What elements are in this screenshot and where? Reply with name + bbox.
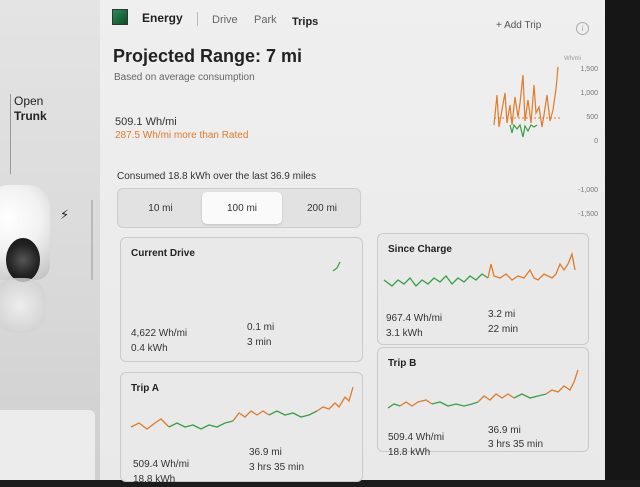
open-label: Open — [14, 94, 44, 108]
ytick-neg1000: -1,000 — [578, 187, 598, 194]
energy-app-icon — [112, 9, 128, 25]
app-title: Energy — [142, 11, 183, 25]
tab-drive[interactable]: Drive — [212, 14, 238, 26]
efficiency-value: 4,622 Wh/mi — [131, 328, 188, 339]
sparkline-orange-3 — [545, 369, 579, 395]
charge-port-bolt-icon[interactable]: ⚡ — [60, 207, 69, 223]
sparkline-orange — [399, 399, 433, 407]
distance-value: 3.2 mi — [488, 309, 516, 320]
consumption-chart: Wh/mi 1,500 1,000 500 0 -1,000 -1,500 — [493, 56, 598, 218]
distance-value: 36.9 mi — [488, 425, 521, 436]
energy-value: 3.1 kWh — [386, 328, 423, 339]
chart-ylabel: Wh/mi — [564, 56, 581, 62]
trip-b-card[interactable]: Trip B 509.4 Wh/mi 18.8 kWh 36.9 mi 3 hr… — [377, 347, 589, 458]
sparkline-green-2 — [268, 410, 318, 418]
trip-a-card[interactable]: Trip A 509.4 Wh/mi 18.8 kWh 36.9 mi 3 hr… — [120, 372, 363, 485]
sparkline-green — [387, 403, 401, 409]
range-200mi-button[interactable]: 200 mi — [284, 192, 360, 224]
average-consumption: 509.1 Wh/mi — [115, 116, 177, 128]
tab-trips[interactable]: Trips — [292, 16, 318, 28]
sparkline-orange-2 — [477, 393, 515, 403]
range-100mi-button[interactable]: 100 mi — [202, 192, 282, 224]
since-charge-card[interactable]: Since Charge 967.4 Wh/mi 3.1 kWh 3.2 mi … — [377, 233, 589, 345]
distance-value: 36.9 mi — [249, 447, 282, 458]
current-drive-card[interactable]: Current Drive 4,622 Wh/mi 0.4 kWh 0.1 mi… — [120, 237, 363, 362]
ytick-1000: 1,000 — [580, 90, 598, 97]
distance-value: 0.1 mi — [247, 322, 275, 333]
sparkline — [332, 261, 341, 272]
add-trip-button[interactable]: + Add Trip — [496, 20, 541, 31]
bottom-panel — [0, 410, 95, 480]
tab-park[interactable]: Park — [254, 14, 277, 26]
sparkline-orange-2 — [232, 410, 270, 422]
ytick-0: 0 — [594, 138, 598, 145]
energy-value: 0.4 kWh — [131, 343, 168, 354]
sparkline-orange — [487, 251, 576, 281]
car-reflection — [0, 278, 46, 333]
consumed-summary: Consumed 18.8 kWh over the last 36.9 mil… — [117, 171, 316, 182]
sparkline-green-3 — [513, 393, 547, 399]
tab-bar: Energy Drive Park Trips + Add Trip i — [100, 0, 605, 42]
ytick-500: 500 — [586, 114, 598, 121]
consumption-vs-rated: 287.5 Wh/mi more than Rated — [115, 130, 249, 141]
sparkline-orange-3 — [316, 386, 354, 412]
screen-bezel — [605, 0, 640, 480]
sparkline-green — [168, 420, 234, 430]
ytick-neg1500: -1,500 — [578, 211, 598, 218]
duration-value: 22 min — [488, 324, 519, 335]
car-wheel — [6, 238, 40, 282]
duration-value: 3 min — [247, 337, 272, 348]
trunk-indicator-line — [10, 94, 11, 174]
projected-range-title: Projected Range: 7 mi — [113, 46, 303, 66]
efficiency-value: 509.4 Wh/mi — [133, 459, 190, 470]
tab-divider — [197, 12, 198, 26]
sparkline-orange — [130, 418, 170, 430]
open-trunk-button[interactable]: Open Trunk — [14, 94, 47, 124]
range-10mi-button[interactable]: 10 mi — [121, 192, 200, 224]
sparkline-green — [383, 273, 489, 287]
energy-value: 18.8 kWh — [388, 447, 431, 458]
energy-app: Energy Drive Park Trips + Add Trip i Pro… — [100, 0, 605, 485]
duration-value: 3 hrs 35 min — [488, 439, 544, 450]
trunk-label: Trunk — [14, 109, 47, 123]
range-selector: 10 mi 100 mi 200 mi — [117, 188, 361, 228]
efficiency-value: 967.4 Wh/mi — [386, 313, 443, 324]
vehicle-panel: Open Trunk ⚡ — [0, 0, 100, 480]
sparkline-green-2 — [431, 401, 479, 407]
info-icon[interactable]: i — [576, 22, 589, 35]
duration-value: 3 hrs 35 min — [249, 462, 305, 473]
ytick-1500: 1,500 — [580, 66, 598, 73]
panel-divider — [91, 200, 93, 280]
efficiency-value: 509.4 Wh/mi — [388, 432, 445, 443]
consumption-green-line — [509, 123, 538, 138]
projected-range-subtitle: Based on average consumption — [114, 72, 255, 83]
